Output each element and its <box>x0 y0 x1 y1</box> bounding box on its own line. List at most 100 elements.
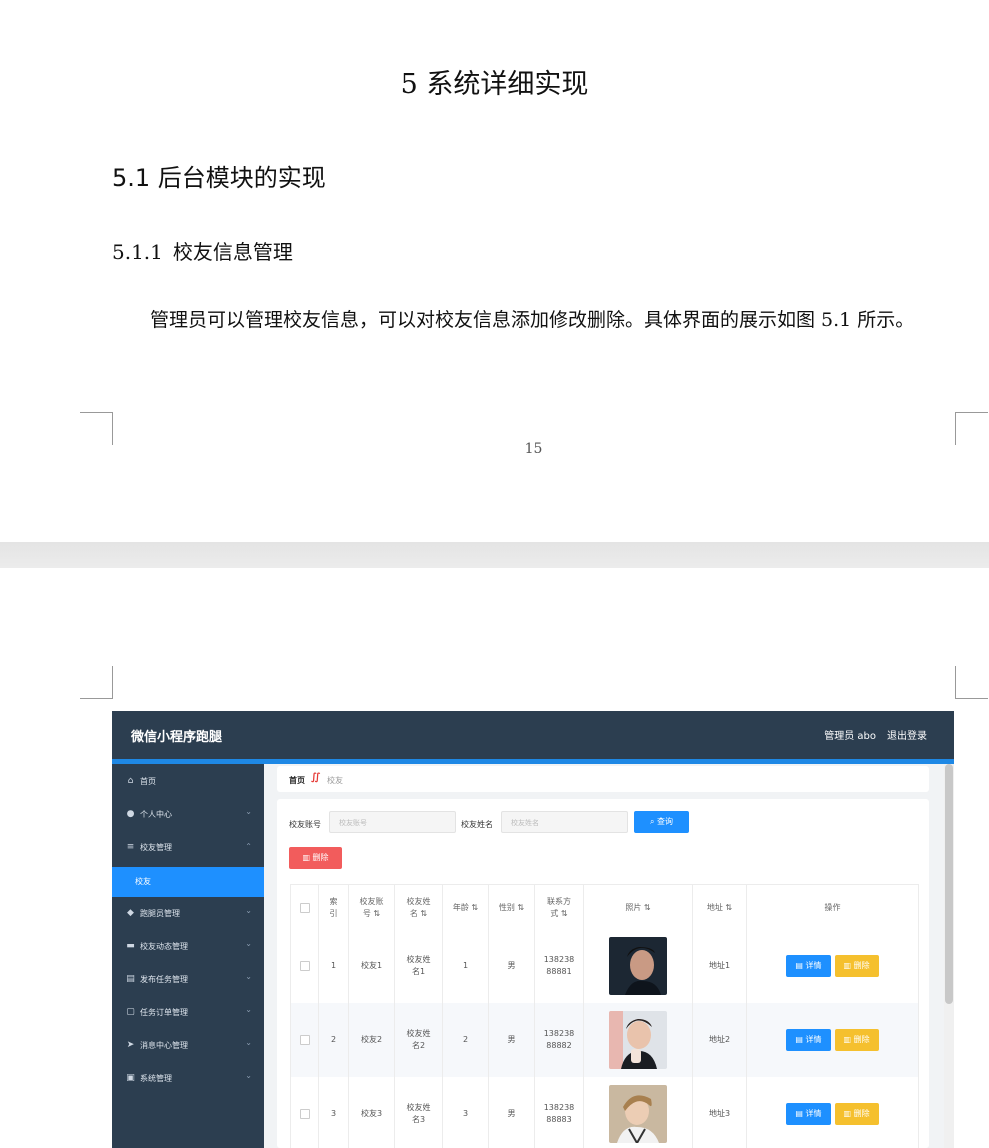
sidebar-item-label: 跑腿员管理 <box>140 909 180 918</box>
news-icon: ▬ <box>126 941 135 951</box>
sort-icon: ⇅ <box>560 908 568 918</box>
cell-phone-text: 13823888881 <box>543 955 575 976</box>
body-paragraph: 管理员可以管理校友信息，可以对校友信息添加修改删除。具体界面的展示如图 5.1 … <box>150 309 915 331</box>
column-header[interactable]: 地址 ⇅ <box>693 885 747 930</box>
cell-photo <box>584 1077 693 1148</box>
sort-icon: ⇅ <box>725 902 733 912</box>
select-all-checkbox[interactable] <box>299 902 310 913</box>
cell-name: 校友姓名3 <box>395 1077 443 1148</box>
user-icon: ● <box>126 809 135 819</box>
row-checkbox-cell[interactable] <box>291 1077 319 1148</box>
row-checkbox[interactable] <box>299 1109 310 1119</box>
chevron-down-icon: ⌄ <box>245 1071 252 1080</box>
column-header[interactable]: 索引 <box>319 885 349 930</box>
breadcrumb-home[interactable]: 首页 <box>289 775 305 786</box>
sidebar-item-task-publish-management[interactable]: ▤ 发布任务管理 ⌄ <box>112 965 264 997</box>
header-text: 年龄 <box>452 902 469 912</box>
row-delete-button[interactable]: ▥ 删除 <box>834 955 879 977</box>
detail-button-label: 详情 <box>805 1035 822 1044</box>
task-icon: ▤ <box>126 974 135 984</box>
bulk-delete-button[interactable]: ▥ 删除 <box>289 847 342 869</box>
cell-name-text: 校友姓名2 <box>406 1029 431 1050</box>
cell-index: 1 <box>319 929 349 1003</box>
main-content: 首页 ∬ 校友 校友账号 校友账号 校友姓名 校友姓名 ⌕ 查询 ▥ 删除 索引… <box>264 764 954 1148</box>
query-button[interactable]: ⌕ 查询 <box>634 811 689 833</box>
row-checkbox-cell[interactable] <box>291 1003 319 1077</box>
sidebar-item-system-management[interactable]: ▣ 系统管理 ⌄ <box>112 1064 264 1096</box>
detail-button[interactable]: ▤ 详情 <box>786 1029 831 1051</box>
cell-gender: 男 <box>489 929 535 1003</box>
row-checkbox-cell[interactable] <box>291 929 319 1003</box>
chevron-down-icon: ⌄ <box>245 1038 252 1047</box>
list-icon: ≡ <box>126 842 135 852</box>
cell-age: 2 <box>443 1003 489 1077</box>
row-delete-button[interactable]: ▥ 删除 <box>834 1103 879 1125</box>
column-header[interactable]: 性别 ⇅ <box>489 885 535 930</box>
breadcrumb: 首页 ∬ 校友 <box>277 766 929 792</box>
scrollbar-thumb[interactable] <box>945 764 953 1004</box>
document-icon: ▤ <box>795 961 803 970</box>
logout-link[interactable]: 退出登录 <box>887 727 927 742</box>
sidebar-item-home[interactable]: ⌂ 首页 <box>112 767 264 799</box>
cell-name-text: 校友姓名3 <box>406 1103 431 1124</box>
alumni-photo-image <box>609 937 667 995</box>
chevron-up-icon: ⌃ <box>245 842 252 851</box>
vertical-scrollbar[interactable] <box>944 764 954 1148</box>
cell-photo <box>584 929 693 1003</box>
column-header[interactable]: 校友姓名 ⇅ <box>395 885 443 930</box>
row-delete-button[interactable]: ▥ 删除 <box>834 1029 879 1051</box>
row-checkbox[interactable] <box>299 1035 310 1045</box>
header-text: 操作 <box>824 902 841 912</box>
breadcrumb-current: 校友 <box>327 776 343 785</box>
alumni-photo-image <box>609 1085 667 1143</box>
cell-account: 校友1 <box>349 929 395 1003</box>
sidebar-item-runner-management[interactable]: ◆ 跑腿员管理 ⌄ <box>112 899 264 931</box>
row-delete-label: 删除 <box>853 961 870 970</box>
chevron-down-icon: ⌄ <box>245 906 252 915</box>
admin-app-screenshot: 微信小程序跑腿 管理员 abo 退出登录 ⌂ 首页 ● 个人中心 ⌄ ≡ 校友管… <box>112 711 954 1148</box>
cell-name: 校友姓名1 <box>395 929 443 1003</box>
sidebar-item-personal-center[interactable]: ● 个人中心 ⌄ <box>112 800 264 832</box>
detail-button[interactable]: ▤ 详情 <box>786 1103 831 1125</box>
sidebar-item-message-center-management[interactable]: ➤ 消息中心管理 ⌄ <box>112 1031 264 1063</box>
sidebar-item-label: 系统管理 <box>140 1074 172 1083</box>
column-header-label: 联系方式 ⇅ <box>544 896 574 920</box>
sidebar-item-label: 首页 <box>140 777 156 786</box>
sort-icon: ⇅ <box>517 902 525 912</box>
table-row: 1 校友1 校友姓名1 1 男 13823888881 地址1 ▤ 详情 ▥ 删… <box>290 929 919 1004</box>
cell-age: 1 <box>443 929 489 1003</box>
subsection-label: 校友信息管理 <box>172 240 293 264</box>
cell-actions: ▤ 详情 ▥ 删除 <box>747 929 919 1003</box>
sidebar-item-label: 个人中心 <box>140 810 172 819</box>
chevron-down-icon: ⌄ <box>245 939 252 948</box>
column-header[interactable]: 年龄 ⇅ <box>443 885 489 930</box>
account-search-input[interactable]: 校友账号 <box>329 811 456 833</box>
column-header[interactable]: 联系方式 ⇅ <box>535 885 584 930</box>
column-header[interactable]: 照片 ⇅ <box>584 885 693 930</box>
alumni-table: 索引 校友账号 ⇅ 校友姓名 ⇅ 年龄 ⇅ 性别 ⇅ 联系方式 ⇅ 照片 ⇅ 地… <box>290 884 919 1148</box>
select-all-checkbox-cell[interactable] <box>291 885 319 930</box>
name-search-input[interactable]: 校友姓名 <box>501 811 628 833</box>
sidebar-item-alumni-management[interactable]: ≡ 校友管理 ⌃ <box>112 833 264 865</box>
send-icon: ➤ <box>126 1040 135 1050</box>
sidebar-item-alumni-news-management[interactable]: ▬ 校友动态管理 ⌄ <box>112 932 264 964</box>
sidebar-item-label: 校友 <box>135 877 151 886</box>
trash-icon: ▥ <box>843 1109 852 1118</box>
settings-icon: ▣ <box>126 1073 135 1083</box>
cell-name-text: 校友姓名1 <box>406 955 431 976</box>
header-text: 照片 <box>625 902 642 912</box>
document-icon: ▤ <box>795 1109 803 1118</box>
alumni-photo-image <box>609 1011 667 1069</box>
search-icon: ⌕ <box>649 817 655 826</box>
row-checkbox[interactable] <box>299 961 310 971</box>
sidebar-item-task-order-management[interactable]: ▢ 任务订单管理 ⌄ <box>112 998 264 1030</box>
column-header[interactable]: 校友账号 ⇅ <box>349 885 395 930</box>
runner-icon: ◆ <box>127 908 134 918</box>
sidebar-item-alumni[interactable]: 校友 <box>112 867 264 897</box>
chevron-down-icon: ⌄ <box>245 807 252 816</box>
order-icon: ▢ <box>126 1007 135 1017</box>
column-header-label: 校友姓名 ⇅ <box>404 896 434 920</box>
cell-phone: 13823888882 <box>535 1003 584 1077</box>
bulk-delete-label: 删除 <box>312 853 329 862</box>
detail-button[interactable]: ▤ 详情 <box>786 955 831 977</box>
